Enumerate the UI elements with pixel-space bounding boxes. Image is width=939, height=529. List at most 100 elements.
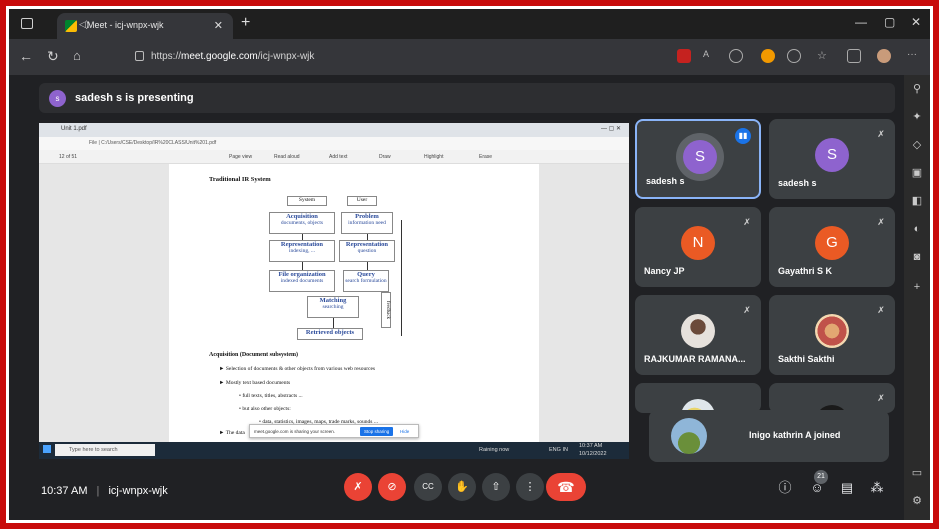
hide-button[interactable]: Hide (400, 429, 409, 434)
participant-name: RAJKUMAR RAMANA... (644, 354, 746, 364)
address-path: /icj-wnpx-wjk (257, 51, 315, 62)
address-bar[interactable]: https://meet.google.com/icj-wnpx-wjk (131, 46, 681, 68)
refresh-extension-icon[interactable] (787, 49, 801, 63)
office-icon[interactable]: ◐ (911, 223, 923, 235)
diagram-arrow (333, 318, 334, 328)
participant-tile[interactable] (635, 383, 761, 413)
mic-off-icon: ✗ (877, 217, 885, 227)
address-prefix: https:// (151, 51, 182, 62)
mic-toggle-button[interactable]: ✗ (344, 473, 372, 501)
tracking-icon[interactable] (729, 49, 743, 63)
participant-name: Sakthi Sakthi (778, 354, 835, 364)
pdf-tool: Page view (229, 154, 253, 160)
taskbar-lang: ENG IN (549, 447, 568, 453)
participant-tile[interactable]: G ✗ Gayathri S K (769, 207, 895, 287)
pdf-toolbar: 12 of 51 Page view Read aloud Add text D… (39, 150, 629, 164)
diagram-box: Matching searching (307, 296, 359, 318)
joiner-avatar (671, 418, 707, 454)
diagram-box: File organization indexed documents (269, 270, 335, 292)
profile-avatar[interactable] (877, 49, 891, 63)
search-icon[interactable]: ⚲ (911, 83, 923, 95)
feedback-label: feedback (381, 292, 391, 328)
diagram-box: Retrieved objects (297, 328, 363, 340)
participant-tile[interactable]: S ✗ sadesh s (769, 119, 895, 199)
participant-tile[interactable]: ✗ RAJKUMAR RAMANA... (635, 295, 761, 375)
camera-blocked-icon[interactable] (677, 49, 691, 63)
diagram-arrow (367, 234, 368, 240)
back-icon[interactable]: ← (19, 48, 33, 64)
pdf-tool: Erase (479, 154, 493, 160)
extension-icon[interactable] (761, 49, 775, 63)
join-notification: Inigo kathrin A joined (649, 410, 889, 462)
participant-name: Gayathri S K (778, 266, 833, 276)
user-label: User (347, 196, 377, 206)
share-toast-text: meet.google.com is sharing your screen. (254, 429, 336, 434)
taskbar-search: Type here to search (55, 444, 155, 456)
participant-tile[interactable]: S ▮▮ sadesh s (635, 119, 761, 199)
taskbar-weather: Raining now (479, 447, 510, 453)
close-tab-icon[interactable]: ✕ (214, 19, 223, 32)
pdf-page: Traditional IR System System User Acquis… (169, 164, 539, 442)
info-icon[interactable]: ⓘ (777, 481, 793, 495)
pdf-tool: Read aloud (274, 154, 300, 160)
more-options-button[interactable]: ⋮ (516, 473, 544, 501)
system-label: System (287, 196, 327, 206)
pdf-bullet: ► Mostly text based documents (219, 380, 291, 386)
close-window-icon[interactable]: ✕ (911, 15, 921, 29)
chat-icon[interactable]: ▤ (839, 481, 855, 495)
camera-toggle-button[interactable]: ⊘ (378, 473, 406, 501)
avatar: N (681, 226, 715, 260)
shared-tab-title: Unit 1.pdf (61, 126, 87, 132)
favorites-icon[interactable]: ☆ (817, 49, 831, 63)
browser-tab[interactable]: ◁) Meet - icj-wnpx-wjk ✕ (57, 13, 233, 39)
tools-icon[interactable]: ▣ (911, 167, 923, 179)
captions-button[interactable]: CC (414, 473, 442, 501)
diagram-arrow (302, 234, 303, 240)
activities-icon[interactable]: ⁂ (869, 481, 885, 495)
pdf-bullet: ► The data (219, 430, 245, 436)
read-aloud-icon[interactable]: A (703, 49, 717, 63)
mic-off-icon: ✗ (743, 217, 751, 227)
mic-off-icon: ✗ (877, 393, 885, 403)
tag-icon[interactable]: ◇ (911, 139, 923, 151)
add-icon[interactable]: + (911, 281, 923, 293)
participant-tile[interactable]: N ✗ Nancy JP (635, 207, 761, 287)
leave-call-button[interactable]: ☎ (546, 473, 586, 501)
games-icon[interactable]: ◧ (911, 195, 923, 207)
speaker-icon[interactable]: ◁) (79, 19, 89, 30)
more-menu-icon[interactable]: ··· (907, 49, 921, 63)
restore-icon[interactable]: ▢ (884, 15, 895, 29)
collections-icon[interactable] (847, 49, 861, 63)
home-icon[interactable]: ⌂ (73, 48, 81, 63)
diagram-box: Representation question (339, 240, 395, 262)
mic-off-icon: ✗ (877, 305, 885, 315)
pdf-tool: Draw (379, 154, 391, 160)
meeting-details: 10:37 AM | icj-wnpx-wjk (41, 485, 168, 497)
screen-icon[interactable]: ▭ (911, 467, 923, 479)
join-text: Inigo kathrin A joined (749, 430, 841, 440)
meeting-time: 10:37 AM (41, 485, 88, 497)
presenting-banner: s sadesh s is presenting (39, 83, 895, 113)
participant-tile[interactable]: ✗ (769, 383, 895, 413)
pdf-bullet: ► Selection of documents & other objects… (219, 366, 376, 372)
meet-favicon-icon (65, 20, 77, 32)
participant-tile[interactable]: ✗ Sakthi Sakthi (769, 295, 895, 375)
settings-icon[interactable]: ⚙ (911, 495, 923, 507)
shopping-icon[interactable]: ✦ (911, 111, 923, 123)
window-menu-icon[interactable] (21, 18, 33, 29)
minimize-icon[interactable]: — (855, 15, 867, 29)
pdf-subheading: Acquisition (Document subsystem) (209, 352, 299, 358)
pdf-bullet: • full texts, titles, abstracts ... (239, 393, 303, 399)
outlook-icon[interactable]: ◙ (911, 251, 923, 263)
stop-sharing-button[interactable]: Stop sharing (360, 427, 394, 436)
diagram-box: Problem information need (341, 212, 393, 234)
shared-taskbar: Type here to search Raining now ENG IN 1… (39, 442, 629, 459)
tab-title: Meet - icj-wnpx-wjk (87, 20, 164, 30)
new-tab-button[interactable]: + (241, 14, 250, 32)
raise-hand-button[interactable]: ✋ (448, 473, 476, 501)
present-button[interactable]: ⇧ (482, 473, 510, 501)
feedback-line (401, 220, 402, 336)
participant-name: sadesh s (778, 178, 817, 188)
reload-icon[interactable]: ↻ (47, 48, 59, 65)
pdf-tool: Add text (329, 154, 348, 160)
